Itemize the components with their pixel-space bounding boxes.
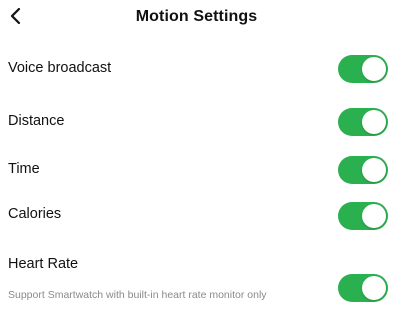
toggle-knob — [362, 57, 386, 81]
setting-row-calories: Calories — [0, 199, 393, 233]
header-bar: Motion Settings — [0, 0, 393, 36]
distance-toggle[interactable] — [338, 108, 388, 136]
setting-label: Voice broadcast — [8, 60, 112, 76]
setting-label: Calories — [8, 206, 62, 222]
setting-row-voice-broadcast: Voice broadcast — [0, 52, 393, 86]
toggle-knob — [362, 276, 386, 300]
setting-description: Support Smartwatch with built-in heart r… — [8, 289, 267, 301]
setting-row-time: Time — [0, 153, 393, 187]
motion-settings-screen: Motion Settings Voice broadcast Distance… — [0, 0, 393, 333]
voice-broadcast-toggle[interactable] — [338, 55, 388, 83]
setting-label: Distance — [8, 113, 65, 129]
calories-toggle[interactable] — [338, 202, 388, 230]
setting-label: Time — [8, 161, 40, 177]
page-title: Motion Settings — [135, 8, 258, 25]
toggle-knob — [362, 158, 386, 182]
setting-row-heart-rate: Heart Rate Support Smartwatch with built… — [0, 252, 393, 322]
setting-label: Heart Rate — [8, 256, 79, 272]
setting-row-distance: Distance — [0, 105, 393, 139]
heart-rate-toggle[interactable] — [338, 274, 388, 302]
toggle-knob — [362, 204, 386, 228]
toggle-knob — [362, 110, 386, 134]
time-toggle[interactable] — [338, 156, 388, 184]
